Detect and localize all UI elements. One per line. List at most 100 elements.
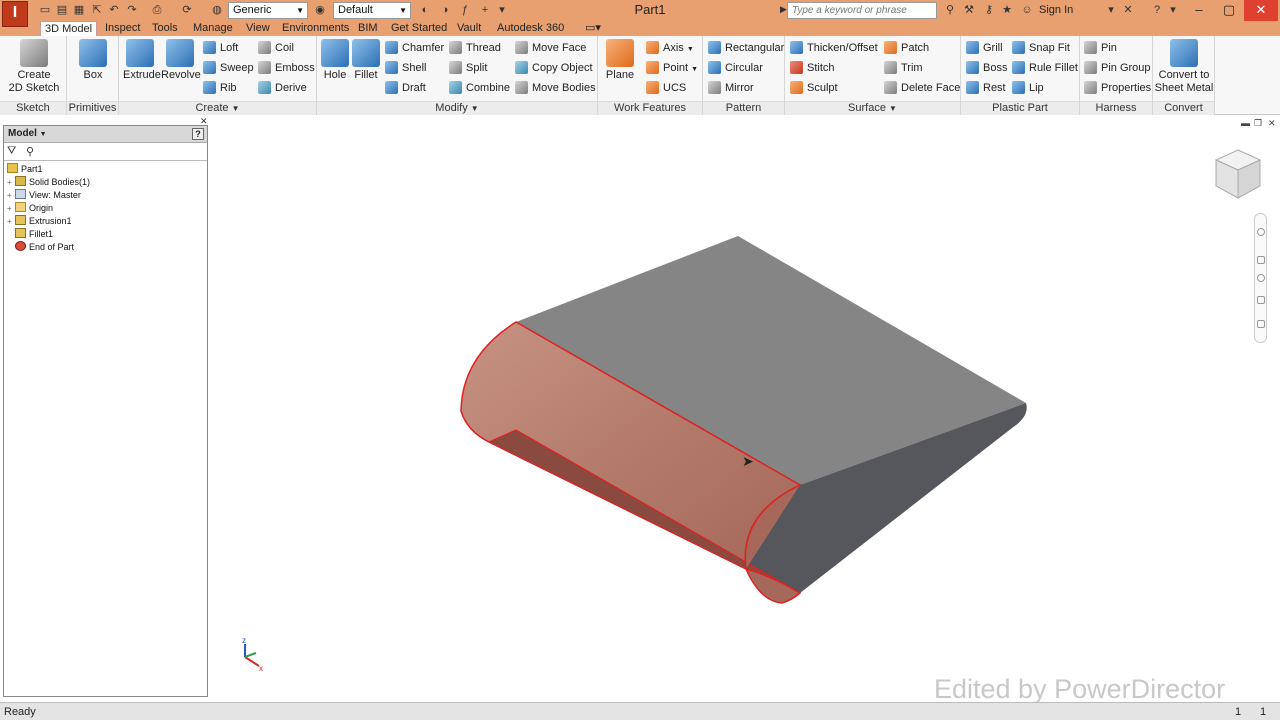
shell-button[interactable]: Shell bbox=[385, 60, 426, 78]
add-icon[interactable]: + bbox=[478, 3, 492, 17]
search-expand-icon[interactable]: ▶ bbox=[780, 4, 787, 15]
split-button[interactable]: Split bbox=[449, 60, 487, 78]
tab-vault[interactable]: Vault bbox=[457, 21, 481, 36]
mirror-button[interactable]: Mirror bbox=[708, 80, 754, 98]
save-icon[interactable]: ▦ bbox=[72, 3, 86, 17]
chevron-down-icon[interactable]: ▾ bbox=[1166, 3, 1180, 17]
tab-3d-model[interactable]: 3D Model bbox=[40, 21, 98, 36]
lip-button[interactable]: Lip bbox=[1012, 80, 1044, 98]
view-cube[interactable] bbox=[1212, 146, 1264, 205]
graphics-viewport[interactable]: ▬ ❐ ✕ z x ➤ Edited by PowerDirector bbox=[212, 116, 1280, 704]
filter-icon[interactable]: ⛛ bbox=[7, 145, 16, 158]
hole-button[interactable]: Hole bbox=[321, 39, 349, 82]
rest-button[interactable]: Rest bbox=[966, 80, 1006, 98]
zoom-icon[interactable] bbox=[1257, 274, 1265, 282]
sweep-button[interactable]: Sweep bbox=[203, 60, 254, 78]
tree-node-part1[interactable]: Part1 bbox=[7, 163, 43, 176]
update-icon[interactable]: ⟳ bbox=[180, 3, 194, 17]
axis-button[interactable]: Axis ▼ bbox=[646, 40, 694, 58]
tree-node-fillet1[interactable]: Fillet1 bbox=[15, 228, 53, 241]
tab-manage[interactable]: Manage bbox=[193, 21, 233, 36]
coil-button[interactable]: Coil bbox=[258, 40, 294, 58]
help-icon[interactable]: ? bbox=[1150, 3, 1164, 17]
maximize-icon[interactable]: ▢ bbox=[1214, 0, 1244, 21]
plane-button[interactable]: Plane bbox=[605, 39, 635, 82]
app-logo[interactable]: I bbox=[2, 1, 28, 27]
material-icon[interactable]: ◍ bbox=[210, 3, 224, 17]
solid-body[interactable] bbox=[460, 236, 1027, 604]
open-icon[interactable]: ▤ bbox=[55, 3, 69, 17]
new-icon[interactable]: ▭ bbox=[38, 3, 52, 17]
pin-button[interactable]: Pin bbox=[1084, 40, 1117, 58]
expand-icon[interactable]: + bbox=[7, 202, 14, 215]
move-bodies-button[interactable]: Move Bodies bbox=[515, 80, 596, 98]
properties-button[interactable]: Properties bbox=[1084, 80, 1151, 98]
rib-button[interactable]: Rib bbox=[203, 80, 237, 98]
binoculars-icon[interactable]: ⚲ bbox=[943, 3, 957, 17]
orbit-icon[interactable] bbox=[1257, 296, 1265, 304]
patch-button[interactable]: Patch bbox=[884, 40, 929, 58]
rule-fillet-button[interactable]: Rule Fillet bbox=[1012, 60, 1078, 78]
clear-appearance-icon[interactable]: ◐ bbox=[418, 3, 432, 17]
box-button[interactable]: Box bbox=[79, 39, 107, 82]
panel-label-surface[interactable]: Surface ▼ bbox=[785, 101, 960, 115]
tree-node-view-master[interactable]: + View: Master bbox=[7, 189, 81, 202]
draft-button[interactable]: Draft bbox=[385, 80, 426, 98]
binoculars-icon[interactable]: ⚲ bbox=[26, 145, 34, 158]
browser-header[interactable]: Model ▼ ? bbox=[4, 126, 207, 143]
combine-button[interactable]: Combine bbox=[449, 80, 510, 98]
tools-icon[interactable]: ⚒ bbox=[962, 3, 976, 17]
print-icon[interactable]: ⎙ bbox=[150, 3, 164, 17]
pan-icon[interactable] bbox=[1257, 256, 1265, 264]
ribbon-options-icon[interactable]: ▭▾ bbox=[585, 21, 601, 36]
tree-node-origin[interactable]: + Origin bbox=[7, 202, 53, 215]
sign-in-link[interactable]: Sign In bbox=[1039, 4, 1073, 16]
steering-wheel-icon[interactable] bbox=[1257, 228, 1265, 236]
redo-icon[interactable]: ↷ bbox=[125, 3, 139, 17]
help-search-input[interactable]: Type a keyword or phrase bbox=[787, 2, 937, 19]
tab-get-started[interactable]: Get Started bbox=[391, 21, 447, 36]
tree-node-end-of-part[interactable]: End of Part bbox=[15, 241, 74, 254]
navigation-bar[interactable] bbox=[1254, 213, 1267, 343]
ucs-button[interactable]: UCS bbox=[646, 80, 686, 98]
tab-tools[interactable]: Tools bbox=[152, 21, 178, 36]
expand-icon[interactable]: + bbox=[7, 215, 14, 228]
tab-view[interactable]: View bbox=[246, 21, 270, 36]
panel-label-modify[interactable]: Modify ▼ bbox=[317, 101, 597, 115]
tree-node-solid-bodies[interactable]: + Solid Bodies(1) bbox=[7, 176, 90, 189]
rectangular-pattern-button[interactable]: Rectangular bbox=[708, 40, 784, 58]
point-button[interactable]: Point ▼ bbox=[646, 60, 698, 78]
copy-object-button[interactable]: Copy Object bbox=[515, 60, 593, 78]
boss-button[interactable]: Boss bbox=[966, 60, 1007, 78]
sculpt-button[interactable]: Sculpt bbox=[790, 80, 838, 98]
loft-button[interactable]: Loft bbox=[203, 40, 238, 58]
undo-icon[interactable]: ↶ bbox=[107, 3, 121, 17]
revolve-button[interactable]: Revolve bbox=[161, 39, 201, 82]
circular-pattern-button[interactable]: Circular bbox=[708, 60, 763, 78]
parameters-icon[interactable]: ƒ bbox=[458, 3, 472, 17]
customize-icon[interactable]: ▾ bbox=[495, 3, 509, 17]
fillet-button[interactable]: Fillet bbox=[352, 39, 380, 82]
panel-label-create[interactable]: Create ▼ bbox=[119, 101, 316, 115]
tab-autodesk-360[interactable]: Autodesk 360 bbox=[497, 21, 564, 36]
create-2d-sketch-button[interactable]: Create 2D Sketch bbox=[8, 39, 60, 95]
exchange-icon[interactable]: ✕ bbox=[1121, 3, 1135, 17]
snap-fit-button[interactable]: Snap Fit bbox=[1012, 40, 1070, 58]
adjust-icon[interactable]: ◑ bbox=[438, 3, 452, 17]
trim-button[interactable]: Trim bbox=[884, 60, 923, 78]
expand-icon[interactable]: + bbox=[7, 189, 14, 202]
tab-environments[interactable]: Environments bbox=[282, 21, 349, 36]
close-icon[interactable]: ✕ bbox=[1244, 0, 1278, 21]
tab-bim[interactable]: BIM bbox=[358, 21, 378, 36]
chamfer-button[interactable]: Chamfer bbox=[385, 40, 444, 58]
minimize-icon[interactable]: – bbox=[1184, 0, 1214, 21]
material-combo[interactable]: Generic ▼ bbox=[228, 2, 308, 19]
tree-node-extrusion1[interactable]: + Extrusion1 bbox=[7, 215, 72, 228]
grill-button[interactable]: Grill bbox=[966, 40, 1003, 58]
help-icon[interactable]: ? bbox=[192, 128, 204, 140]
return-icon[interactable]: ⇱ bbox=[90, 3, 104, 17]
appearance-combo[interactable]: Default ▼ bbox=[333, 2, 411, 19]
favorite-icon[interactable]: ★ bbox=[1000, 3, 1014, 17]
look-at-icon[interactable] bbox=[1257, 320, 1265, 328]
emboss-button[interactable]: Emboss bbox=[258, 60, 315, 78]
